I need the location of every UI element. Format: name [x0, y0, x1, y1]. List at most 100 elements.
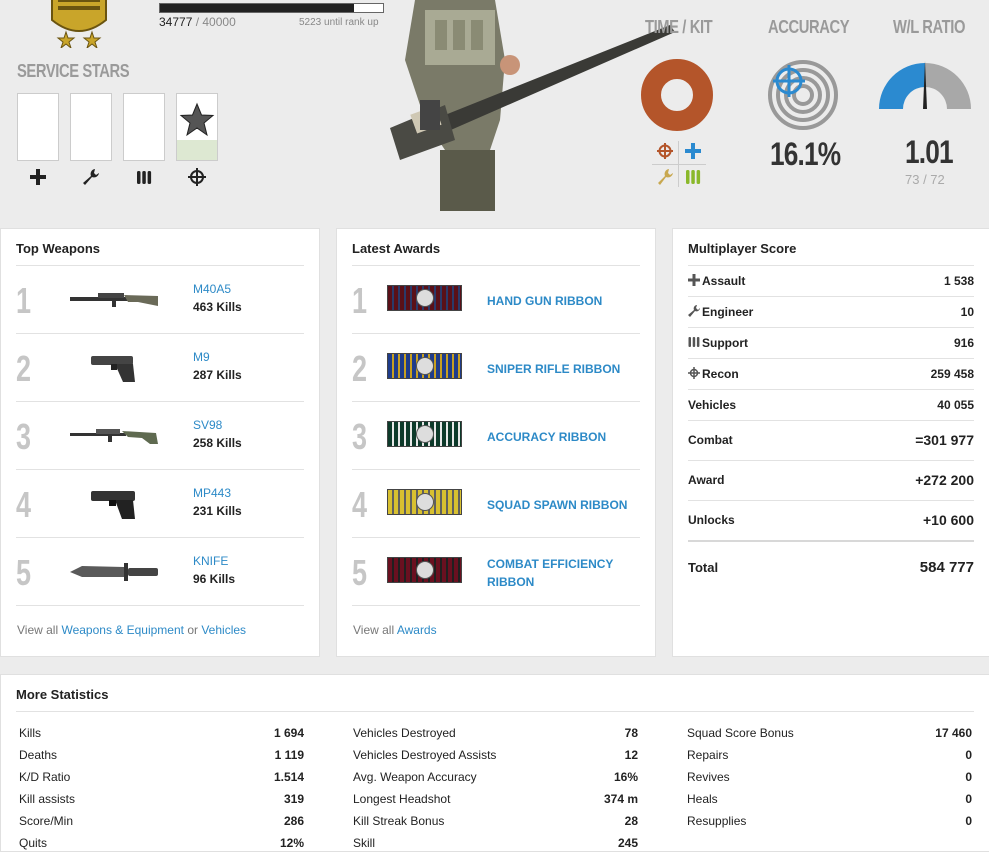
stat-value: 78	[624, 726, 638, 740]
award-row[interactable]: 5 COMBAT EFFICIENCY RIBBON	[352, 537, 640, 606]
score-value: 10	[960, 305, 974, 319]
stat-label: Kill assists	[19, 792, 76, 806]
time-kit-title: TIME / KIT	[645, 17, 713, 37]
weapon-image	[68, 418, 160, 454]
accuracy-title: ACCURACY	[768, 17, 850, 37]
assault-kit-icon	[685, 143, 701, 159]
award-rank: 3	[352, 416, 368, 457]
vehicles-link[interactable]: Vehicles	[201, 623, 246, 637]
ribbon-medal-icon	[416, 493, 434, 511]
assault-icon	[30, 169, 46, 185]
wl-ratio-title: W/L RATIO	[893, 17, 966, 37]
ribbon-medal-icon	[416, 425, 434, 443]
stat-label: Score/Min	[19, 814, 74, 828]
weapon-rank: 1	[16, 280, 32, 321]
award-name-link[interactable]: HAND GUN RIBBON	[487, 292, 647, 310]
weapons-view-all: View all Weapons & Equipment or Vehicles	[17, 623, 246, 637]
crosshair-icon	[188, 168, 206, 186]
award-row[interactable]: 4 SQUAD SPAWN RIBBON	[352, 469, 640, 538]
score-row-vehicles: Vehicles 40 055	[688, 389, 974, 421]
latest-awards-panel: Latest Awards 1 HAND GUN RIBBON 2 SNIPER RI…	[336, 228, 656, 657]
wrench-icon	[688, 305, 702, 320]
weapons-equipment-link[interactable]: Weapons & Equipment	[61, 623, 184, 637]
weapon-image	[68, 554, 160, 590]
score-label-text: Engineer	[702, 305, 754, 319]
xp-progress-fill	[160, 4, 354, 12]
weapon-rank: 3	[16, 416, 32, 457]
award-row[interactable]: 2 SNIPER RIFLE RIBBON	[352, 333, 640, 402]
score-label-text: Total	[688, 560, 719, 575]
weapon-name-link[interactable]: M40A5	[193, 282, 231, 296]
view-all-prefix: View all	[353, 623, 397, 637]
service-star-slot-engineer	[70, 93, 112, 161]
stat-label: Resupplies	[687, 814, 747, 828]
award-name-link[interactable]: SNIPER RIFLE RIBBON	[487, 360, 647, 378]
score-label: Combat	[688, 433, 733, 447]
assault-icon	[688, 274, 702, 289]
weapon-rank: 5	[16, 552, 32, 593]
award-row[interactable]: 3 ACCURACY RIBBON	[352, 401, 640, 470]
service-star-slot-recon	[176, 93, 218, 161]
ribbon-medal-icon	[416, 357, 434, 375]
stat-value: 0	[965, 748, 972, 762]
weapon-name-link[interactable]: MP443	[193, 486, 231, 500]
ammo-icon	[688, 336, 702, 351]
weapon-name-link[interactable]: M9	[193, 350, 210, 364]
weapon-name-link[interactable]: SV98	[193, 418, 222, 432]
award-name-link[interactable]: SQUAD SPAWN RIBBON	[487, 496, 647, 514]
profile-header: 34777 / 40000 5223 until rank up SERVICE…	[0, 0, 989, 211]
recon-kit-icon	[657, 143, 673, 159]
top-weapons-title: Top Weapons	[16, 241, 101, 256]
score-row-total: Total 584 777	[688, 540, 974, 594]
soldier-image	[390, 0, 675, 211]
accuracy-target-icon	[768, 60, 838, 130]
score-label: Engineer	[688, 305, 753, 320]
award-name-link[interactable]: COMBAT EFFICIENCY RIBBON	[487, 555, 647, 591]
divider	[16, 605, 304, 606]
score-value: 1 538	[943, 274, 974, 288]
stat-label: Repairs	[687, 748, 729, 762]
ribbon-icon	[387, 353, 462, 379]
service-star-slot-support	[123, 93, 165, 161]
xp-max-value: / 40000	[192, 15, 236, 29]
score-label-text: Recon	[702, 367, 739, 381]
score-label: Vehicles	[688, 398, 736, 412]
stat-label: Deaths	[19, 748, 58, 762]
score-row-recon: Recon 259 458	[688, 358, 974, 390]
service-star-icon	[179, 102, 215, 137]
score-label: Support	[688, 336, 748, 351]
rank-badge-icon	[51, 0, 107, 48]
stat-value: 1.514	[273, 770, 304, 784]
ribbon-icon	[387, 421, 462, 447]
weapon-row[interactable]: 2 M9 287 Kills	[16, 333, 304, 402]
award-name-link[interactable]: ACCURACY RIBBON	[487, 428, 647, 446]
stat-label: Quits	[19, 836, 48, 850]
score-row-combat: Combat =301 977	[688, 420, 974, 461]
weapon-row[interactable]: 5 KNIFE 96 Kills	[16, 537, 304, 606]
score-label-text: Assault	[702, 274, 746, 288]
ribbon-medal-icon	[416, 561, 434, 579]
weapon-row[interactable]: 4 MP443 231 Kills	[16, 469, 304, 538]
ribbon-icon	[387, 557, 462, 583]
awards-link[interactable]: Awards	[397, 623, 437, 637]
stat-value: 1 694	[273, 726, 304, 740]
weapon-kills: 463 Kills	[193, 300, 242, 314]
latest-awards-title: Latest Awards	[352, 241, 441, 256]
crosshair-icon	[688, 367, 702, 382]
score-value: +272 200	[915, 472, 974, 488]
weapon-row[interactable]: 1 M40A5 463 Kills	[16, 265, 304, 334]
weapon-name-link[interactable]: KNIFE	[193, 554, 228, 568]
view-all-or: or	[184, 623, 202, 637]
ribbon-medal-icon	[416, 289, 434, 307]
service-stars-title: SERVICE STARS	[17, 61, 130, 81]
weapon-kills: 287 Kills	[193, 368, 242, 382]
wrench-icon	[83, 169, 99, 185]
stat-value: 16%	[613, 770, 638, 784]
award-rank: 5	[352, 552, 368, 593]
score-label-text: Award	[688, 473, 725, 487]
award-row[interactable]: 1 HAND GUN RIBBON	[352, 265, 640, 334]
weapon-row[interactable]: 3 SV98 258 Kills	[16, 401, 304, 470]
stat-value: 1 119	[274, 748, 304, 762]
divider	[352, 605, 640, 606]
stat-label: Skill	[353, 836, 376, 850]
